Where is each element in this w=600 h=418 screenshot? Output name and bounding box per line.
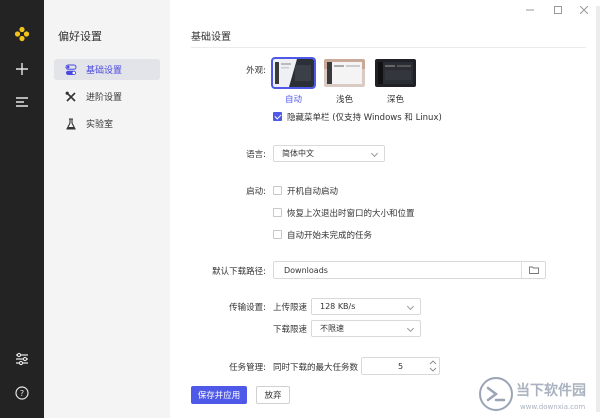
sidebar-item-lab[interactable]: 实验室 bbox=[54, 113, 160, 134]
maximize-icon[interactable] bbox=[550, 2, 566, 18]
theme-light-label[interactable]: 浅色 bbox=[324, 93, 365, 105]
theme-dark-thumbnail[interactable] bbox=[375, 59, 416, 87]
max-tasks-value: 5 bbox=[397, 361, 404, 371]
watermark-logo: 当下软件园 www.downxia.com bbox=[478, 372, 600, 418]
task-management-label: 任务管理: bbox=[229, 363, 266, 373]
svg-text:当下软件园: 当下软件园 bbox=[516, 382, 586, 399]
resume-tasks-checkbox[interactable] bbox=[273, 230, 282, 239]
discard-button[interactable]: 放弃 bbox=[256, 386, 290, 404]
download-limit-label: 下载限速 bbox=[273, 325, 308, 335]
download-limit-value: 不限速 bbox=[320, 324, 344, 333]
add-icon[interactable] bbox=[0, 57, 44, 81]
startup-label: 启动: bbox=[246, 187, 266, 197]
autostart-checkbox[interactable] bbox=[273, 186, 282, 195]
language-select[interactable]: 简体中文 bbox=[273, 145, 385, 162]
upload-limit-value: 128 KB/s bbox=[320, 302, 356, 311]
chevron-down-icon bbox=[406, 302, 415, 311]
sidebar-item-advanced[interactable]: 进阶设置 bbox=[54, 86, 160, 107]
close-icon[interactable] bbox=[576, 2, 592, 18]
transfer-label: 传输设置: bbox=[229, 303, 266, 313]
restore-window-checkbox[interactable] bbox=[273, 208, 282, 217]
upload-limit-label: 上传限速 bbox=[273, 303, 308, 313]
download-limit-select[interactable]: 不限速 bbox=[311, 320, 421, 337]
max-tasks-stepper[interactable]: 5 bbox=[361, 357, 440, 375]
restore-window-label: 恢复上次退出时窗口的大小和位置 bbox=[287, 209, 415, 219]
settings-sidebar: 偏好设置 基础设置 进阶设置 实验室 bbox=[44, 0, 170, 418]
autostart-label: 开机自动启动 bbox=[287, 187, 339, 197]
download-path-input[interactable]: Downloads bbox=[273, 261, 546, 279]
folder-icon[interactable] bbox=[521, 262, 545, 278]
tools-icon bbox=[64, 90, 78, 104]
icon-rail: ? bbox=[0, 0, 44, 418]
max-tasks-label: 同时下载的最大任务数 bbox=[273, 363, 359, 373]
hide-menubar-label: 隐藏菜单栏 (仅支持 Windows 和 Linux) bbox=[287, 113, 442, 123]
svg-text:?: ? bbox=[20, 389, 24, 398]
theme-light-thumbnail[interactable] bbox=[324, 59, 365, 87]
stepper-arrows-icon[interactable] bbox=[429, 359, 437, 373]
download-path-value: Downloads bbox=[284, 265, 328, 275]
chevron-down-icon bbox=[406, 324, 415, 333]
toggle-icon bbox=[64, 63, 78, 77]
theme-auto-thumbnail[interactable] bbox=[271, 57, 316, 89]
appearance-label: 外观: bbox=[246, 66, 266, 76]
save-apply-button[interactable]: 保存并应用 bbox=[191, 386, 247, 404]
divider bbox=[191, 47, 586, 48]
menu-icon[interactable] bbox=[0, 90, 44, 114]
sidebar-item-label: 实验室 bbox=[86, 120, 114, 130]
chevron-down-icon bbox=[370, 149, 379, 158]
resume-tasks-label: 自动开始未完成的任务 bbox=[287, 231, 373, 241]
upload-limit-select[interactable]: 128 KB/s bbox=[311, 298, 421, 315]
theme-dark-label[interactable]: 深色 bbox=[375, 93, 416, 105]
help-icon[interactable]: ? bbox=[0, 381, 44, 405]
language-label: 语言: bbox=[246, 150, 266, 160]
language-value: 简体中文 bbox=[282, 149, 314, 158]
sidebar-item-label: 进阶设置 bbox=[86, 93, 123, 103]
sliders-icon[interactable] bbox=[0, 347, 44, 371]
sidebar-item-basic[interactable]: 基础设置 bbox=[54, 59, 160, 80]
app-logo-icon[interactable] bbox=[0, 22, 44, 46]
svg-text:www.downxia.com: www.downxia.com bbox=[520, 403, 585, 411]
main-panel: 基础设置 外观: 自动 浅色 深色 隐藏菜单栏 (仅支持 Windows 和 L… bbox=[170, 0, 600, 418]
scrollbar[interactable] bbox=[596, 6, 600, 412]
hide-menubar-checkbox[interactable] bbox=[273, 112, 282, 121]
download-path-label: 默认下载路径: bbox=[212, 267, 266, 277]
theme-auto-label[interactable]: 自动 bbox=[273, 93, 314, 105]
sidebar-title: 偏好设置 bbox=[58, 30, 102, 43]
page-title: 基础设置 bbox=[191, 32, 231, 43]
sidebar-item-label: 基础设置 bbox=[86, 66, 123, 76]
flask-icon bbox=[64, 117, 78, 131]
minimize-icon[interactable] bbox=[522, 2, 538, 18]
